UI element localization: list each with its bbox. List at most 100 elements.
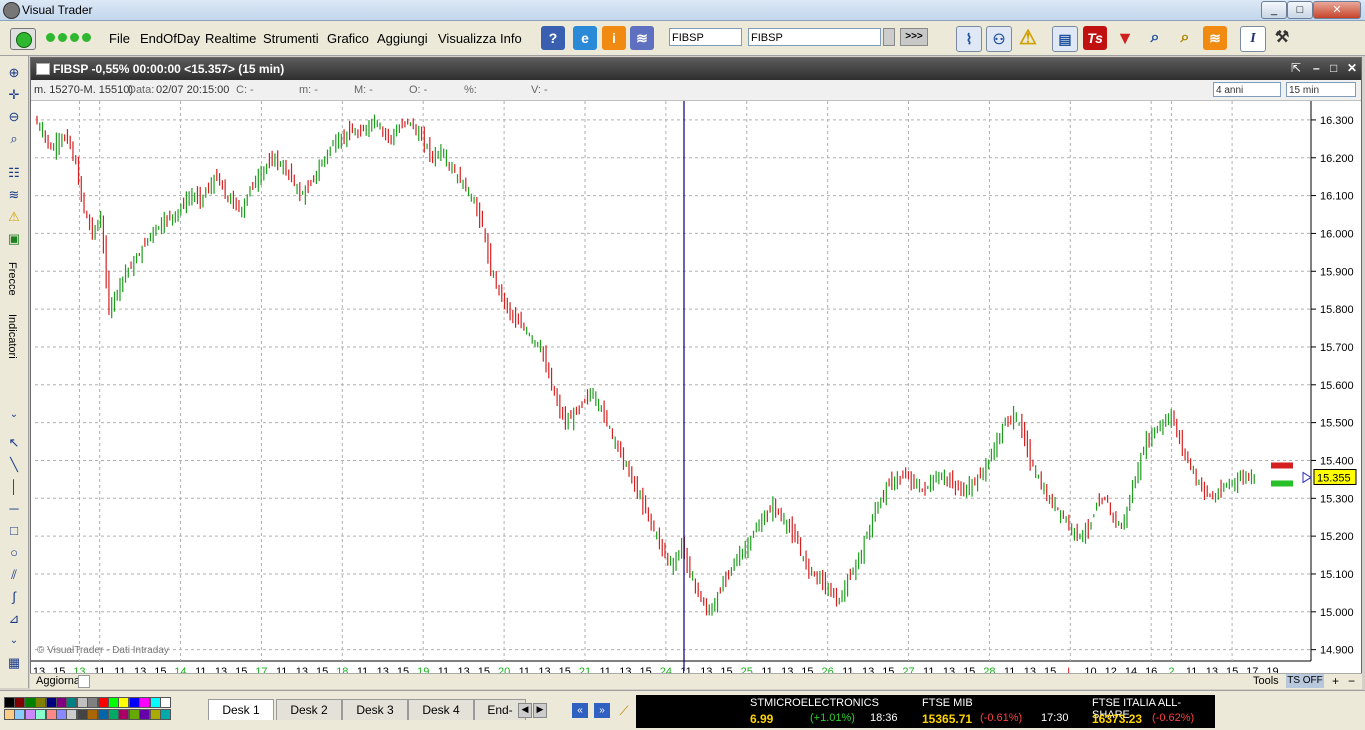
chart-close-button[interactable]: ✕	[1347, 61, 1357, 75]
expand-chevron-icon[interactable]: ⌄	[4, 406, 24, 424]
tab-scroll-right-icon[interactable]: ▶	[533, 703, 547, 718]
pointer-icon[interactable]: ↖	[4, 434, 24, 452]
tab-desk-4[interactable]: Desk 4	[408, 699, 474, 720]
palette-swatch[interactable]	[45, 709, 57, 720]
palette-swatch[interactable]	[128, 709, 140, 720]
menu-info[interactable]: Info	[500, 31, 522, 46]
palette-swatch[interactable]	[4, 697, 15, 708]
channel-icon[interactable]: ⫽	[4, 566, 24, 584]
palette-swatch[interactable]	[149, 709, 161, 720]
palette-swatch[interactable]	[160, 697, 171, 708]
horizontal-line-icon[interactable]: ─	[4, 500, 24, 518]
palette-swatch[interactable]	[76, 709, 88, 720]
menu-aggiungi[interactable]: Aggiungi	[377, 31, 428, 46]
palette-swatch[interactable]	[45, 697, 57, 708]
stack-icon[interactable]: ≋	[4, 186, 24, 204]
palette-swatch[interactable]	[4, 709, 15, 720]
vertical-line-icon[interactable]: │	[4, 478, 24, 496]
trading-system-icon[interactable]: Ts	[1083, 26, 1107, 50]
palette-swatch[interactable]	[66, 697, 78, 708]
menu-strumenti[interactable]: Strumenti	[263, 31, 319, 46]
portfolio-icon[interactable]: ⚇	[986, 26, 1012, 52]
ellipse-icon[interactable]: ○	[4, 544, 24, 562]
period-select[interactable]: 4 anni	[1213, 82, 1281, 97]
scan-icon[interactable]: ⌕	[1173, 26, 1197, 50]
go-button[interactable]: >>>	[900, 28, 928, 46]
palette-swatch[interactable]	[128, 697, 140, 708]
chart-minimize-button[interactable]: –	[1313, 61, 1320, 75]
palette-swatch[interactable]	[87, 709, 99, 720]
palette-swatch[interactable]	[35, 697, 47, 708]
italic-info-icon[interactable]: I	[1240, 26, 1266, 52]
palette-swatch[interactable]	[139, 697, 151, 708]
rss-feed-icon[interactable]: ≋	[1203, 26, 1227, 50]
tools-icon[interactable]: ⚒	[1270, 26, 1294, 50]
tab-desk-2[interactable]: Desk 2	[276, 699, 342, 720]
palette-swatch[interactable]	[56, 697, 67, 708]
info-icon[interactable]: i	[602, 26, 626, 50]
zoom-plus-button[interactable]: +	[1332, 674, 1339, 688]
arrows-tab[interactable]: Frecce	[6, 262, 18, 296]
browser-icon[interactable]: e	[573, 26, 597, 50]
ruler-icon[interactable]: ▦	[4, 654, 24, 672]
interval-select[interactable]: 15 min	[1286, 82, 1356, 97]
tab-scroll-left-icon[interactable]: ◀	[518, 703, 532, 718]
tab-desk-1[interactable]: Desk 1	[208, 699, 274, 720]
palette-swatch[interactable]	[108, 697, 119, 708]
book-icon[interactable]: ▤	[1052, 26, 1078, 52]
alert-icon[interactable]: ⚠	[1016, 26, 1040, 50]
palette-swatch[interactable]	[24, 697, 36, 708]
palette-swatch[interactable]	[118, 709, 130, 720]
refresh-button[interactable]: Aggiorna	[36, 675, 80, 687]
symbol-combo[interactable]: FIBSP	[748, 28, 881, 46]
zoom-minus-button[interactable]: −	[1348, 674, 1355, 688]
help-icon[interactable]: ?	[541, 26, 565, 50]
palette-swatch[interactable]	[160, 709, 171, 720]
filter-icon[interactable]: ▼	[1113, 26, 1137, 50]
palette-swatch[interactable]	[14, 709, 26, 720]
minimize-button[interactable]: _	[1261, 1, 1287, 19]
palette-swatch[interactable]	[87, 697, 99, 708]
scroll-left-button[interactable]	[78, 675, 90, 688]
ticker-rewind-icon[interactable]: «	[572, 703, 588, 718]
maximize-button[interactable]: □	[1287, 1, 1313, 19]
pin-icon[interactable]: ⇱	[1291, 61, 1301, 75]
tab-desk-3[interactable]: Desk 3	[342, 699, 408, 720]
menu-realtime[interactable]: Realtime	[205, 31, 256, 46]
chart-icon[interactable]: ⌇	[956, 26, 982, 52]
palette-swatch[interactable]	[97, 697, 109, 708]
close-button[interactable]: ✕	[1313, 1, 1361, 19]
zoom-in-icon[interactable]: ⊕	[4, 64, 24, 82]
warning-icon[interactable]: ⚠	[4, 208, 24, 226]
palette-swatch[interactable]	[76, 697, 88, 708]
money-icon[interactable]: ▣	[4, 230, 24, 248]
ruler-tool-icon[interactable]: ⟋	[616, 703, 632, 718]
menu-endofday[interactable]: EndOfDay	[140, 31, 200, 46]
zoom-out-icon[interactable]: ⊖	[4, 108, 24, 126]
zoom-cross-icon[interactable]: ✛	[4, 86, 24, 104]
symbol-dropdown-button[interactable]	[883, 28, 895, 46]
layers-icon[interactable]: ☷	[4, 164, 24, 182]
chart-maximize-button[interactable]: □	[1330, 61, 1337, 75]
ticker-forward-icon[interactable]: »	[594, 703, 610, 718]
indicators-tab[interactable]: Indicatori	[6, 314, 18, 359]
tools-button[interactable]: Tools	[1253, 675, 1279, 687]
palette-swatch[interactable]	[108, 709, 119, 720]
symbol-input[interactable]: FIBSP	[669, 28, 742, 46]
palette-swatch[interactable]	[24, 709, 36, 720]
menu-file[interactable]: File	[109, 31, 130, 46]
curve-icon[interactable]: ∫	[4, 588, 24, 606]
palette-swatch[interactable]	[149, 697, 161, 708]
connect-button[interactable]	[10, 28, 36, 50]
ts-off-button[interactable]: TS OFF	[1286, 674, 1324, 688]
palette-swatch[interactable]	[139, 709, 151, 720]
rectangle-icon[interactable]: □	[4, 522, 24, 540]
line-tool-icon[interactable]: ╲	[4, 456, 24, 474]
zoom-fit-icon[interactable]: ⌕	[4, 130, 24, 148]
palette-swatch[interactable]	[66, 709, 78, 720]
search-icon[interactable]: ⌕	[1143, 26, 1167, 50]
menu-grafico[interactable]: Grafico	[327, 31, 369, 46]
price-chart[interactable]: 16.300 16.200 16.100 16.000 15.900 15.800 15.7…	[31, 101, 1361, 688]
palette-swatch[interactable]	[118, 697, 130, 708]
more-chevron-icon[interactable]: ⌄	[4, 632, 24, 650]
